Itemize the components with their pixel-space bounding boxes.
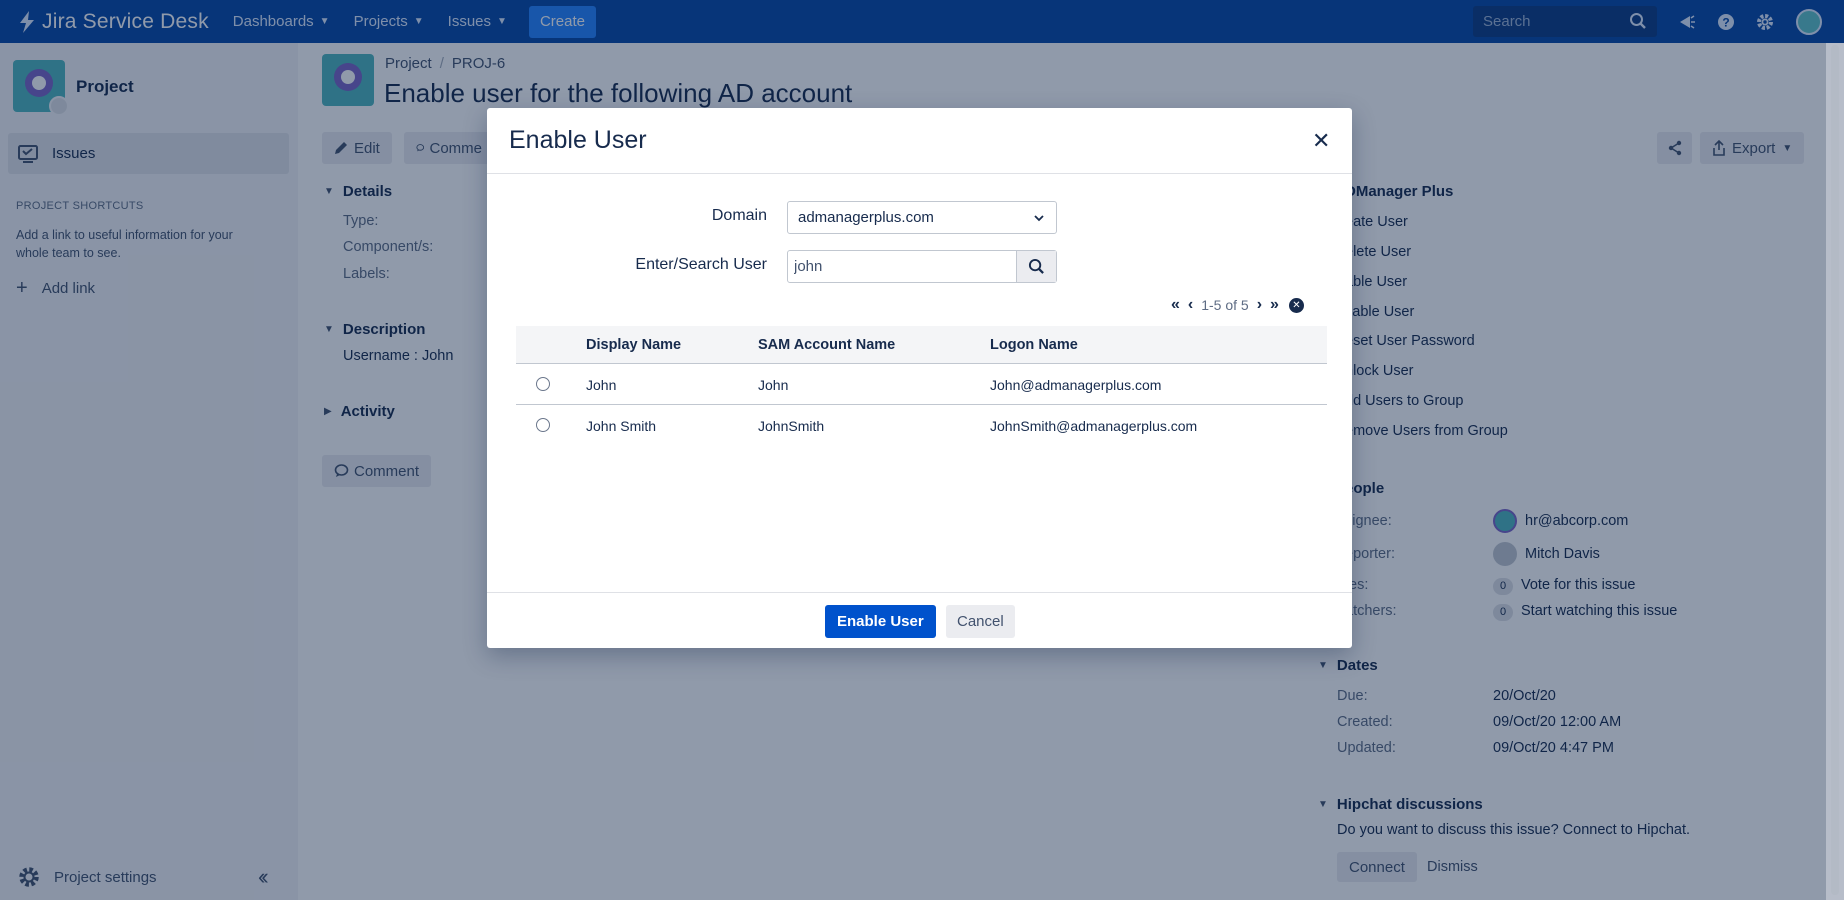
row-radio[interactable] xyxy=(536,418,550,432)
enable-user-dialog: Enable User ✕ Domain admanagerplus.com E… xyxy=(487,108,1352,648)
previous-page-icon[interactable]: ‹ xyxy=(1188,296,1193,314)
logon-name-cell: JohnSmith@admanagerplus.com xyxy=(990,418,1198,434)
table-row[interactable]: John John John@admanagerplus.com xyxy=(516,364,1327,405)
search-user-label: Enter/Search User xyxy=(635,256,767,273)
clear-results-icon[interactable]: ✕ xyxy=(1288,297,1304,313)
pagination: « ‹ 1-5 of 5 › » ✕ xyxy=(1167,295,1304,315)
next-page-icon[interactable]: › xyxy=(1257,296,1262,314)
column-display-name[interactable]: Display Name xyxy=(586,337,681,353)
sam-account-cell: JohnSmith xyxy=(758,418,825,434)
page-scrollbar[interactable] xyxy=(1826,43,1844,900)
domain-label: Domain xyxy=(711,207,767,224)
search-user-input[interactable] xyxy=(788,251,1016,282)
logon-name-cell: John@admanagerplus.com xyxy=(990,377,1162,393)
dialog-title: Enable User xyxy=(509,126,647,154)
page-range: 1-5 of 5 xyxy=(1201,297,1249,313)
domain-select[interactable]: admanagerplus.com xyxy=(787,201,1057,234)
domain-selected-value: admanagerplus.com xyxy=(798,209,934,226)
search-user-field xyxy=(787,250,1057,283)
close-icon[interactable]: ✕ xyxy=(1312,128,1330,154)
table-row[interactable]: John Smith JohnSmith JohnSmith@admanager… xyxy=(516,405,1327,446)
cancel-button[interactable]: Cancel xyxy=(946,605,1015,638)
chevron-down-icon xyxy=(1034,215,1044,222)
column-sam-account-name[interactable]: SAM Account Name xyxy=(758,337,895,353)
display-name-cell: John Smith xyxy=(586,418,657,434)
search-icon xyxy=(1028,258,1044,274)
dialog-header: Enable User ✕ xyxy=(487,108,1352,174)
column-logon-name[interactable]: Logon Name xyxy=(990,337,1078,353)
search-user-button[interactable] xyxy=(1016,251,1056,282)
enable-user-button[interactable]: Enable User xyxy=(825,605,936,638)
display-name-cell: John xyxy=(586,377,617,393)
user-results-table: Display Name SAM Account Name Logon Name… xyxy=(516,326,1327,446)
table-header: Display Name SAM Account Name Logon Name xyxy=(516,326,1327,364)
scrollbar-thumb[interactable] xyxy=(1831,45,1839,895)
sam-account-cell: John xyxy=(758,377,789,393)
first-page-icon[interactable]: « xyxy=(1171,296,1180,314)
last-page-icon[interactable]: » xyxy=(1270,296,1279,314)
row-radio[interactable] xyxy=(536,377,550,391)
dialog-footer: Enable User Cancel xyxy=(487,592,1352,648)
